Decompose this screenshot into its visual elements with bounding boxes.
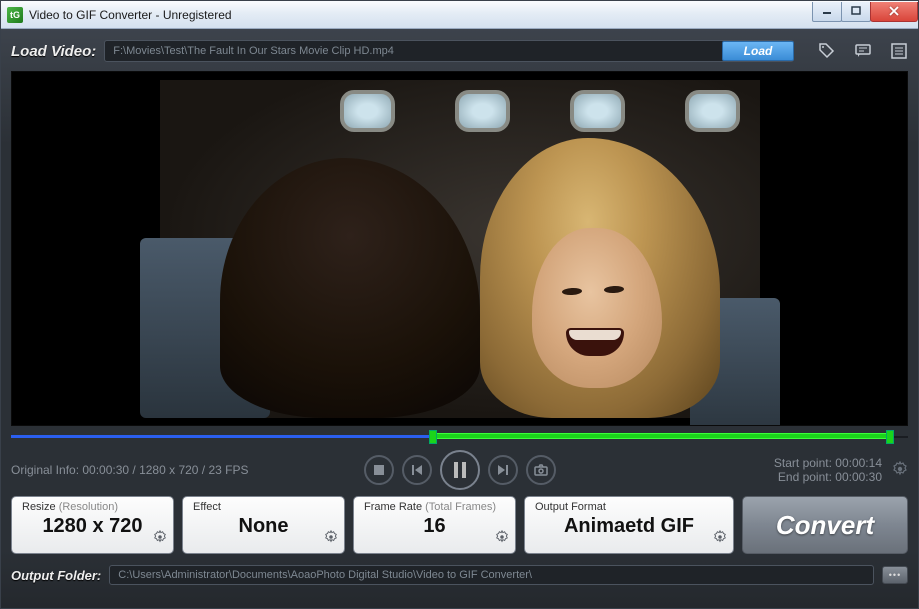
play-pause-button[interactable] [440, 450, 480, 490]
close-button[interactable] [870, 2, 918, 22]
framerate-title: Frame Rate [364, 501, 422, 513]
framerate-gear-icon[interactable] [495, 530, 509, 549]
start-point-value: 00:00:14 [835, 456, 882, 470]
video-path-text: F:\Movies\Test\The Fault In Our Stars Mo… [113, 45, 394, 57]
output-folder-text: C:\Users\Administrator\Documents\AoaoPho… [118, 569, 532, 581]
maximize-button[interactable] [841, 2, 871, 22]
title-bar[interactable]: tG Video to GIF Converter - Unregistered [1, 1, 918, 29]
window-title: Video to GIF Converter - Unregistered [29, 8, 232, 22]
original-info-text: Original Info: 00:00:30 / 1280 x 720 / 2… [11, 463, 249, 477]
prev-frame-button[interactable] [402, 455, 432, 485]
load-video-label: Load Video: [11, 43, 96, 60]
framerate-card[interactable]: Frame Rate (Total Frames) 16 [353, 496, 516, 554]
app-window: tG Video to GIF Converter - Unregistered… [0, 0, 919, 609]
timeline-range[interactable] [433, 433, 890, 439]
framerate-subtitle: (Total Frames) [425, 501, 496, 513]
framerate-value: 16 [364, 515, 505, 538]
resize-card[interactable]: Resize (Resolution) 1280 x 720 [11, 496, 174, 554]
output-folder-field[interactable]: C:\Users\Administrator\Documents\AoaoPho… [109, 565, 874, 585]
output-folder-label: Output Folder: [11, 568, 101, 583]
range-start-handle[interactable] [429, 430, 437, 444]
video-path-field[interactable]: F:\Movies\Test\The Fault In Our Stars Mo… [104, 40, 794, 62]
video-frame [160, 80, 760, 418]
resize-value: 1280 x 720 [22, 515, 163, 538]
app-icon: tG [7, 7, 23, 23]
output-folder-row: Output Folder: C:\Users\Administrator\Do… [11, 562, 908, 588]
timeline-progress [11, 435, 477, 438]
range-end-handle[interactable] [886, 430, 894, 444]
end-point-label: End point: [778, 470, 832, 484]
video-preview[interactable] [11, 71, 908, 426]
effect-title: Effect [193, 501, 221, 513]
comment-icon[interactable] [854, 42, 872, 60]
format-card[interactable]: Output Format Animaetd GIF [524, 496, 734, 554]
next-frame-button[interactable] [488, 455, 518, 485]
list-icon[interactable] [890, 42, 908, 60]
load-video-row: Load Video: F:\Movies\Test\The Fault In … [11, 37, 908, 65]
end-point-value: 00:00:30 [835, 470, 882, 484]
minimize-button[interactable] [812, 2, 842, 22]
start-point-label: Start point: [774, 456, 832, 470]
effect-gear-icon[interactable] [324, 530, 338, 549]
range-settings-icon[interactable] [892, 461, 908, 480]
snapshot-button[interactable] [526, 455, 556, 485]
resize-title: Resize [22, 501, 56, 513]
playback-controls [364, 450, 556, 490]
effect-card[interactable]: Effect None [182, 496, 345, 554]
tag-icon[interactable] [818, 42, 836, 60]
resize-gear-icon[interactable] [153, 530, 167, 549]
format-value: Animaetd GIF [535, 515, 723, 538]
resize-subtitle: (Resolution) [59, 501, 118, 513]
format-gear-icon[interactable] [713, 530, 727, 549]
convert-button[interactable]: Convert [742, 496, 908, 554]
format-title: Output Format [535, 501, 606, 513]
timeline[interactable] [11, 428, 908, 448]
load-button[interactable]: Load [722, 41, 794, 61]
stop-button[interactable] [364, 455, 394, 485]
browse-output-button[interactable]: ••• [882, 566, 908, 584]
effect-value: None [193, 515, 334, 538]
